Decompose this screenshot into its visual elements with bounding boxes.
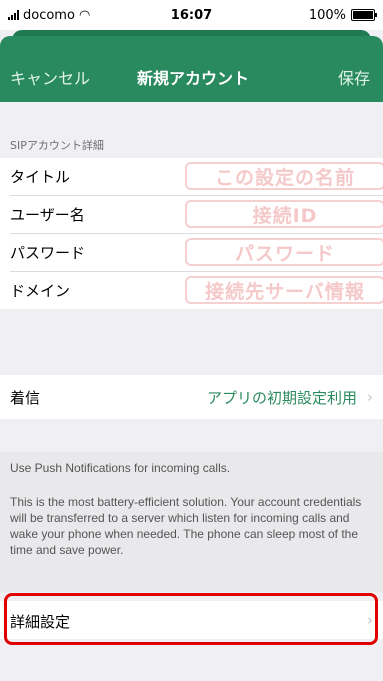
- domain-field[interactable]: 接続先サーバ情報: [185, 276, 383, 304]
- push-info-line2: This is the most battery-efficient solut…: [10, 495, 362, 557]
- battery-icon: [351, 9, 377, 21]
- nav-bar: キャンセル 新規アカウント 保存: [0, 36, 383, 102]
- domain-label: ドメイン: [10, 282, 71, 300]
- sip-section-header: SIPアカウント詳細: [10, 139, 104, 152]
- push-info-line1: Use Push Notifications for incoming call…: [10, 461, 231, 475]
- battery-percent: 100%: [308, 7, 346, 23]
- title-label: タイトル: [10, 168, 71, 186]
- carrier-group: docomo ◠: [0, 8, 90, 23]
- incoming-label: 着信: [10, 388, 41, 407]
- title-row[interactable]: タイトル この設定の名前: [10, 158, 383, 196]
- status-bar: docomo ◠ 16:07 100%: [0, 0, 383, 30]
- password-field[interactable]: パスワード: [185, 238, 383, 266]
- push-info: Use Push Notifications for incoming call…: [0, 452, 383, 592]
- incoming-value: アプリの初期設定利用: [206, 388, 357, 407]
- signal-icon: [8, 10, 19, 20]
- username-field[interactable]: 接続ID: [185, 200, 383, 228]
- username-row[interactable]: ユーザー名 接続ID: [10, 196, 383, 234]
- carrier-label: docomo: [23, 7, 75, 23]
- username-label: ユーザー名: [10, 206, 85, 224]
- page-title: 新規アカウント: [137, 69, 250, 88]
- incoming-call-row[interactable]: 着信 アプリの初期設定利用 ›: [0, 375, 383, 419]
- battery-group: 100%: [309, 8, 383, 23]
- wifi-icon: ◠: [78, 7, 91, 23]
- chevron-right-icon: ›: [367, 388, 373, 406]
- sip-account-group: タイトル この設定の名前 ユーザー名 接続ID パスワード パスワード ドメイン…: [0, 158, 383, 309]
- password-row[interactable]: パスワード パスワード: [10, 234, 383, 272]
- title-field[interactable]: この設定の名前: [185, 162, 383, 190]
- clock: 16:07: [170, 7, 213, 23]
- cancel-button[interactable]: キャンセル: [10, 65, 90, 89]
- password-label: パスワード: [10, 244, 86, 262]
- save-button[interactable]: 保存: [338, 65, 370, 89]
- highlight-box: [4, 593, 378, 645]
- domain-row[interactable]: ドメイン 接続先サーバ情報: [10, 272, 383, 309]
